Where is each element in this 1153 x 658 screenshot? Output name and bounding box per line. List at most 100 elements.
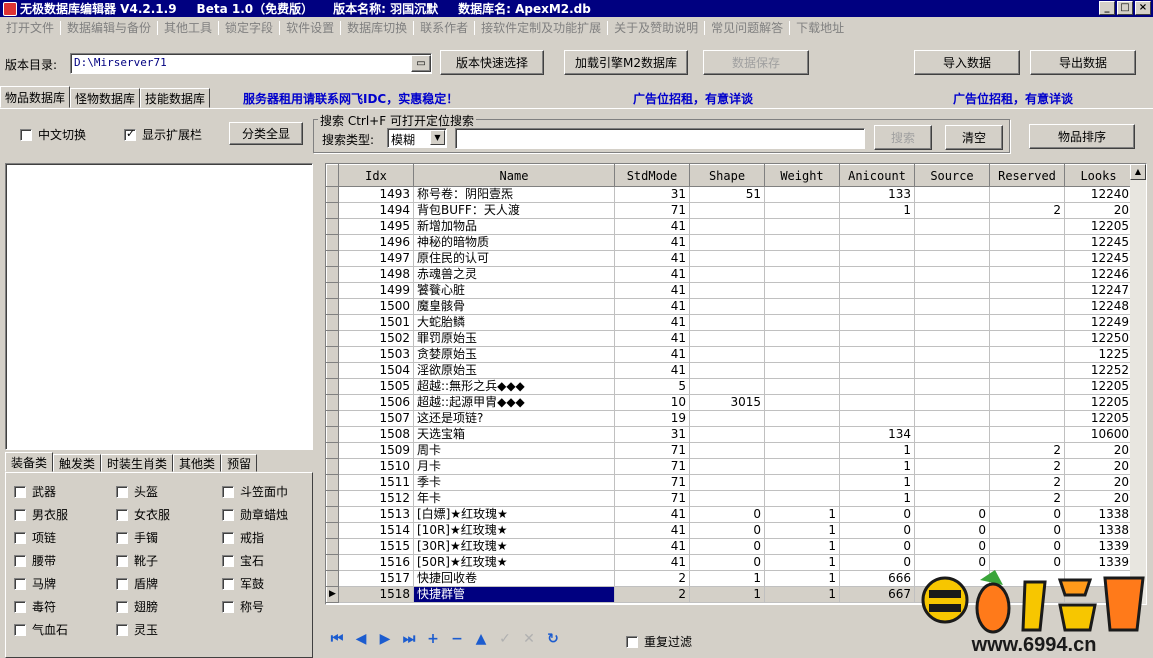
- row-indicator[interactable]: [326, 186, 339, 203]
- cell-looks[interactable]: 12252: [1064, 362, 1133, 379]
- cell-stdmode[interactable]: 41: [614, 266, 690, 283]
- search-button[interactable]: 搜索: [874, 125, 932, 150]
- cell-stdmode[interactable]: 41: [614, 554, 690, 571]
- cell-source[interactable]: [914, 410, 990, 427]
- cell-reserved[interactable]: [989, 250, 1065, 267]
- cell-stdmode[interactable]: 10: [614, 394, 690, 411]
- cell-weight[interactable]: 1: [764, 506, 840, 523]
- cell-shape[interactable]: [689, 458, 765, 475]
- close-button[interactable]: ×: [1135, 1, 1151, 15]
- cell-weight[interactable]: [764, 474, 840, 491]
- table-row[interactable]: 1507 这还是项链? 19 12205: [326, 410, 1133, 427]
- checkbox-box[interactable]: [20, 128, 32, 141]
- column-header-idx[interactable]: Idx: [338, 164, 414, 187]
- cell-shape[interactable]: [689, 202, 765, 219]
- tab-items-db[interactable]: 物品数据库: [0, 86, 71, 108]
- tab-skills-db[interactable]: 技能数据库: [140, 88, 211, 108]
- row-indicator[interactable]: [326, 330, 339, 347]
- cell-stdmode[interactable]: 41: [614, 538, 690, 555]
- cell-reserved[interactable]: [989, 282, 1065, 299]
- cell-reserved[interactable]: [989, 346, 1065, 363]
- cell-idx[interactable]: 1505: [338, 378, 414, 395]
- column-header-stdmode[interactable]: StdMode: [614, 164, 690, 187]
- cell-idx[interactable]: 1502: [338, 330, 414, 347]
- cell-weight[interactable]: [764, 426, 840, 443]
- cell-anicount[interactable]: [839, 346, 915, 363]
- column-header-shape[interactable]: Shape: [689, 164, 765, 187]
- checkbox-box[interactable]: [124, 127, 136, 141]
- cell-stdmode[interactable]: 41: [614, 522, 690, 539]
- category-weapon[interactable]: 武器: [14, 483, 56, 500]
- row-indicator[interactable]: [326, 394, 339, 411]
- post-icon[interactable]: ✓: [493, 627, 517, 651]
- cell-name[interactable]: 月卡: [413, 458, 615, 475]
- show-extend-checkbox[interactable]: 显示扩展栏: [124, 126, 202, 143]
- cell-name[interactable]: 新增加物品: [413, 218, 615, 235]
- cell-name[interactable]: 天选宝箱: [413, 426, 615, 443]
- cell-reserved[interactable]: [989, 186, 1065, 203]
- cell-weight[interactable]: 1: [764, 570, 840, 587]
- table-row[interactable]: 1505 超越::無形之兵◆◆◆ 5 12205: [326, 378, 1133, 395]
- cell-anicount[interactable]: 134: [839, 426, 915, 443]
- cell-weight[interactable]: 1: [764, 538, 840, 555]
- cell-looks[interactable]: 1339: [1064, 538, 1133, 555]
- cell-stdmode[interactable]: 41: [614, 250, 690, 267]
- row-indicator[interactable]: [326, 474, 339, 491]
- cell-name[interactable]: 罪罚原始玉: [413, 330, 615, 347]
- cell-anicount[interactable]: [839, 378, 915, 395]
- cell-shape[interactable]: [689, 282, 765, 299]
- category-gem[interactable]: 宝石: [222, 552, 264, 569]
- cell-shape[interactable]: 3015: [689, 394, 765, 411]
- cell-stdmode[interactable]: 31: [614, 186, 690, 203]
- splitter[interactable]: [318, 163, 325, 605]
- cell-idx[interactable]: 1498: [338, 266, 414, 283]
- cell-weight[interactable]: [764, 346, 840, 363]
- cell-stdmode[interactable]: 41: [614, 362, 690, 379]
- cell-anicount[interactable]: 1: [839, 490, 915, 507]
- category-title[interactable]: 称号: [222, 598, 264, 615]
- cell-looks[interactable]: 12245: [1064, 234, 1133, 251]
- cell-source[interactable]: [914, 346, 990, 363]
- cell-stdmode[interactable]: 31: [614, 426, 690, 443]
- folder-icon[interactable]: ▭: [411, 55, 431, 72]
- cell-name[interactable]: 这还是项链?: [413, 410, 615, 427]
- cell-looks[interactable]: 12247: [1064, 282, 1133, 299]
- cell-name[interactable]: [10R]★红玫瑰★: [413, 522, 615, 539]
- row-indicator[interactable]: [326, 506, 339, 523]
- cell-idx[interactable]: 1494: [338, 202, 414, 219]
- cell-weight[interactable]: 1: [764, 522, 840, 539]
- cell-reserved[interactable]: [989, 394, 1065, 411]
- table-row[interactable]: 1497 原住民的认可 41 12245: [326, 250, 1133, 267]
- cell-shape[interactable]: [689, 346, 765, 363]
- cell-reserved[interactable]: 0: [989, 538, 1065, 555]
- cell-anicount[interactable]: 0: [839, 522, 915, 539]
- cell-name[interactable]: 大蛇胎鳞: [413, 314, 615, 331]
- cell-shape[interactable]: 1: [689, 570, 765, 587]
- row-indicator[interactable]: [326, 314, 339, 331]
- cell-weight[interactable]: 1: [764, 586, 840, 603]
- table-row[interactable]: 1506 超越::起源甲胄◆◆◆ 10 3015 12205: [326, 394, 1133, 411]
- category-necklace[interactable]: 项链: [14, 529, 56, 546]
- table-row[interactable]: 1496 神秘的暗物质 41 12245: [326, 234, 1133, 251]
- cell-anicount[interactable]: [839, 410, 915, 427]
- cell-weight[interactable]: [764, 266, 840, 283]
- cell-source[interactable]: [914, 234, 990, 251]
- cell-name[interactable]: [50R]★红玫瑰★: [413, 554, 615, 571]
- cell-idx[interactable]: 1509: [338, 442, 414, 459]
- menu-about[interactable]: 关于及赞助说明: [608, 19, 704, 36]
- cell-name[interactable]: 超越::起源甲胄◆◆◆: [413, 394, 615, 411]
- row-indicator[interactable]: [326, 410, 339, 427]
- category-bracelet[interactable]: 手镯: [116, 529, 158, 546]
- cell-name[interactable]: [30R]★红玫瑰★: [413, 538, 615, 555]
- category-helmet[interactable]: 头盔: [116, 483, 158, 500]
- cell-source[interactable]: [914, 218, 990, 235]
- cell-shape[interactable]: [689, 426, 765, 443]
- quick-select-button[interactable]: 版本快速选择: [440, 50, 544, 75]
- cell-reserved[interactable]: [989, 378, 1065, 395]
- cell-reserved[interactable]: 0: [989, 506, 1065, 523]
- cell-shape[interactable]: [689, 234, 765, 251]
- cell-reserved[interactable]: [989, 218, 1065, 235]
- cell-idx[interactable]: 1517: [338, 570, 414, 587]
- cell-name[interactable]: 称号卷：阴阳壹炁: [413, 186, 615, 203]
- cell-idx[interactable]: 1513: [338, 506, 414, 523]
